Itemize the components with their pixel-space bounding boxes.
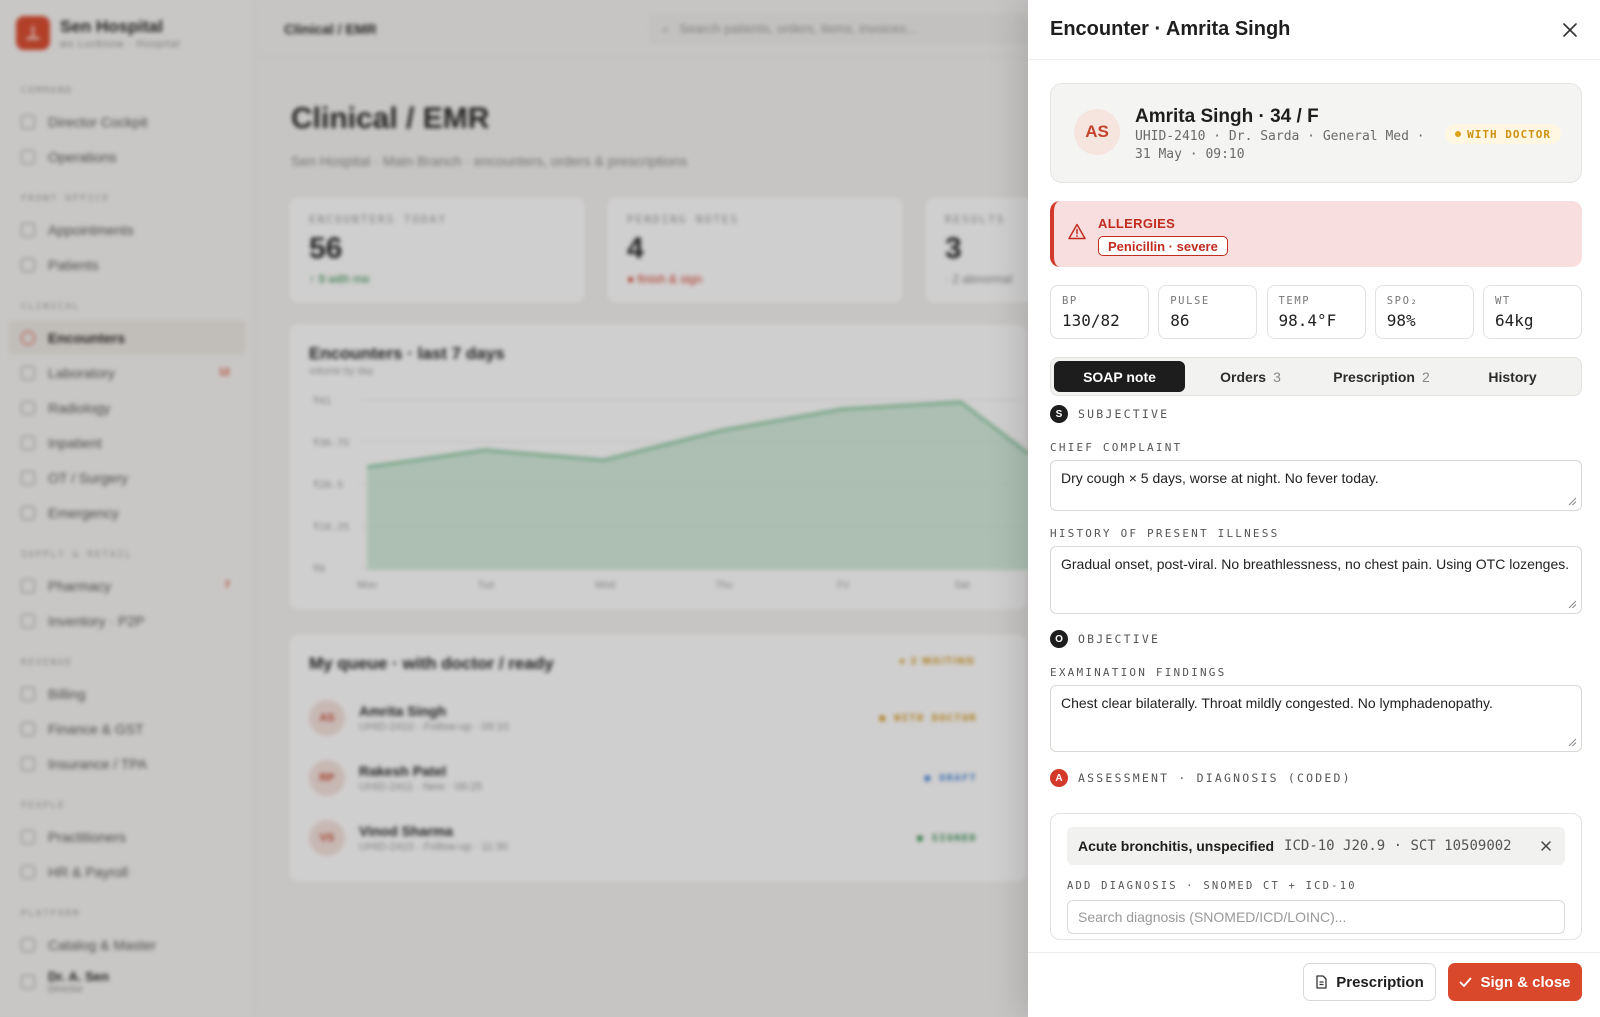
chief-complaint-text: Dry cough × 5 days, worse at night. No f… [1061,470,1379,486]
tab-label: Prescription [1333,368,1415,385]
allergy-pill: Penicillin · severe [1098,236,1228,256]
objective-letter: O [1050,630,1068,648]
check-icon [1460,977,1472,987]
drawer-footer: Prescription Sign & close [1028,952,1600,1017]
patient-meta: UHID-2410 · Dr. Sarda · General Med · 31… [1135,129,1425,162]
diagnosis-box: Acute bronchitis, unspecified ICD-10 J20… [1050,813,1582,940]
tab-label: Orders [1220,368,1267,385]
exam-label: EXAMINATION FINDINGS [1050,666,1227,679]
vital-value: 98.4°F [1278,311,1337,330]
objective-heading: O OBJECTIVE [1050,630,1160,648]
drawer-header: Encounter · Amrita Singh [1028,0,1600,60]
vital-label: SPO₂ [1386,295,1419,307]
tab-label: SOAP note [1083,368,1156,385]
diagnosis-name: Acute bronchitis, unspecified [1078,838,1275,854]
encounter-drawer: Encounter · Amrita Singh AS Amrita Singh… [1028,0,1600,1017]
close-button[interactable] [1556,16,1584,44]
prescription-button-label: Prescription [1336,973,1424,991]
add-diagnosis-label: ADD DIAGNOSIS · SNOMED CT + ICD-10 [1067,880,1357,892]
exam-text: Chest clear bilaterally. Throat mildly c… [1061,695,1493,711]
drawer-title: Encounter · Amrita Singh [1050,18,1291,40]
resize-grip-icon[interactable] [1568,600,1577,609]
diagnosis-chip: Acute bronchitis, unspecified ICD-10 J20… [1067,827,1565,865]
tab-count: 3 [1273,368,1281,385]
encounter-tabs: SOAP note Orders 3 Prescription 2 History [1050,357,1582,396]
sign-close-button-label: Sign & close [1480,973,1571,991]
vitals-row: BP 130/82 PULSE 86 TEMP 98.4°F SPO₂ 98% WT 64kg [1050,285,1582,339]
chief-complaint-input[interactable]: Dry cough × 5 days, worse at night. No f… [1050,460,1582,511]
drawer-body: AS Amrita Singh · 34 / F UHID-2410 · Dr.… [1050,60,1582,952]
allergy-banner: ALLERGIES Penicillin · severe [1050,201,1582,267]
patient-name: Amrita Singh · 34 / F [1135,106,1319,127]
hpi-input[interactable]: Gradual onset, post-viral. No breathless… [1050,546,1582,614]
remove-diagnosis-icon[interactable] [1539,839,1553,853]
document-icon [1316,975,1327,989]
assessment-heading: A ASSESSMENT · DIAGNOSIS (CODED) [1050,769,1352,787]
vital-label: WT [1495,295,1511,307]
tab-orders[interactable]: Orders 3 [1185,361,1316,392]
vital-pulse: PULSE 86 [1158,285,1258,339]
subjective-heading-text: SUBJECTIVE [1078,407,1170,421]
tab-prescription[interactable]: Prescription 2 [1316,361,1447,392]
allergy-label: ALLERGIES [1098,216,1176,231]
subjective-letter: S [1050,405,1068,423]
vital-wt: WT 64kg [1483,285,1582,339]
tab-history[interactable]: History [1447,361,1578,392]
vital-spo: SPO₂ 98% [1374,285,1474,339]
vital-label: TEMP [1278,295,1311,307]
hpi-label: HISTORY OF PRESENT ILLNESS [1050,527,1280,540]
tab-label: History [1488,368,1537,385]
assessment-letter: A [1050,769,1068,787]
sign-close-button[interactable]: Sign & close [1448,963,1582,1001]
encounter-status-badge: WITH DOCTOR [1445,124,1561,144]
encounter-status-text: WITH DOCTOR [1467,127,1551,141]
diagnosis-codes: ICD-10 J20.9 · SCT 10509002 [1284,838,1512,854]
patient-card: AS Amrita Singh · 34 / F UHID-2410 · Dr.… [1050,83,1582,183]
diagnosis-search-input[interactable] [1067,900,1565,934]
vital-bp: BP 130/82 [1050,285,1149,339]
vital-value: 86 [1170,311,1190,330]
subjective-heading: S SUBJECTIVE [1050,405,1169,423]
objective-heading-text: OBJECTIVE [1078,632,1161,646]
resize-grip-icon[interactable] [1568,497,1577,506]
resize-grip-icon[interactable] [1568,738,1577,747]
assessment-heading-text: ASSESSMENT · DIAGNOSIS (CODED) [1078,771,1352,785]
prescription-button[interactable]: Prescription [1303,963,1436,1001]
vital-value: 64kg [1495,311,1534,330]
vital-temp: TEMP 98.4°F [1266,285,1366,339]
close-icon [1563,23,1577,37]
vital-label: PULSE [1170,295,1210,307]
patient-avatar: AS [1074,109,1120,155]
hpi-text: Gradual onset, post-viral. No breathless… [1061,556,1570,572]
warning-icon [1068,223,1086,240]
vital-value: 98% [1386,311,1416,330]
vital-value: 130/82 [1062,311,1120,330]
vital-label: BP [1062,295,1078,307]
exam-input[interactable]: Chest clear bilaterally. Throat mildly c… [1050,685,1582,752]
tab-count: 2 [1421,368,1430,385]
chief-complaint-label: CHIEF COMPLAINT [1050,441,1183,454]
tab-soap-note[interactable]: SOAP note [1054,361,1185,392]
status-dot-icon [1455,131,1462,137]
